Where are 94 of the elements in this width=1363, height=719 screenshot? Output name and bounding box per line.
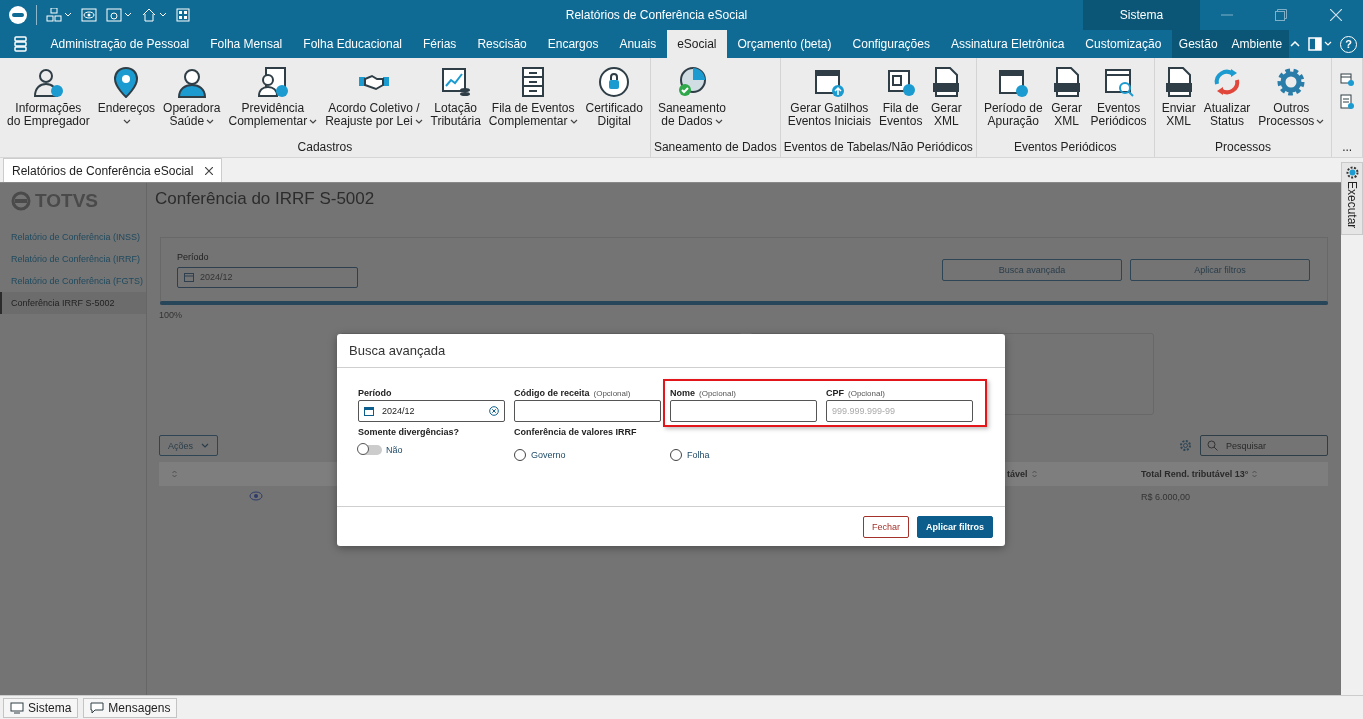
ribbon-group-title: Cadastros	[296, 139, 354, 156]
menu-tab[interactable]: Folha Mensal	[199, 30, 293, 58]
input-field[interactable]	[670, 400, 817, 422]
ribbon-button[interactable]: Acordo Coletivo / Reajuste por Lei	[321, 66, 427, 128]
hierarchy-icon[interactable]	[46, 8, 72, 22]
close-button[interactable]: Fechar	[862, 515, 909, 538]
column-header[interactable]: tável	[1007, 469, 1028, 479]
restore-icon[interactable]	[1275, 9, 1288, 21]
doctor-icon	[175, 66, 208, 98]
ribbon-button[interactable]: Informações do Empregador	[3, 66, 94, 128]
menu-tab[interactable]: Anuais	[608, 30, 667, 58]
calendar-icon	[184, 272, 194, 282]
ribbon-button[interactable]: Saneamento de Dados	[653, 66, 730, 128]
ribbon-group-title: Saneamento de Dados	[653, 139, 777, 156]
chart-coins-icon	[439, 66, 472, 98]
ribbon-button[interactable]: Fila de Eventos Complementar	[484, 66, 582, 128]
field-hint: (Opcional)	[848, 389, 885, 398]
menu-tab[interactable]: Férias	[412, 30, 467, 58]
field-label: Código de receita	[514, 388, 590, 398]
collapse-ribbon-icon[interactable]	[1290, 41, 1300, 47]
apply-button[interactable]: Aplicar filtros	[917, 515, 993, 538]
document-tab[interactable]: Relatórios de Conferência eSocial	[3, 158, 223, 182]
clear-icon[interactable]	[489, 406, 499, 416]
menu-tab[interactable]: Customização	[1074, 30, 1172, 58]
menu-tab[interactable]: Configurações	[842, 30, 941, 58]
field-label: Período	[177, 251, 210, 262]
grid-icon[interactable]	[176, 8, 190, 22]
ribbon-button[interactable]: Previdência Complementar	[224, 66, 322, 128]
ribbon-button[interactable]: Gerar XML	[1046, 66, 1087, 128]
ribbon-button[interactable]: Período de Apuração	[979, 66, 1047, 128]
field-label: Somente divergências?	[358, 427, 461, 439]
side-panel-tab[interactable]: Executar	[1341, 162, 1363, 236]
ribbon-button[interactable]: Gerar Gatilhos Eventos Iniciais	[783, 66, 875, 128]
radio-label: Governo	[531, 450, 566, 460]
window-title: Relatórios de Conferência eSocial	[564, 8, 749, 22]
menu-tab[interactable]: Encargos	[537, 30, 609, 58]
caret-icon	[201, 443, 209, 448]
ribbon-button[interactable]: Eventos Periódicos	[1086, 66, 1151, 128]
home-icon[interactable]	[141, 8, 167, 22]
close-icon[interactable]	[205, 166, 214, 175]
field-hint: (Opcional)	[593, 389, 631, 398]
chat-icon	[90, 701, 105, 714]
ribbon-button[interactable]: Certificado Digital	[581, 66, 647, 128]
ribbon-group-title: Eventos Periódicos	[1012, 139, 1118, 156]
field-label: CPF	[826, 388, 844, 398]
menu-tab[interactable]: Assinatura Eletrônica	[940, 30, 1075, 58]
person-card-icon	[32, 66, 65, 98]
eye-icon[interactable]	[81, 8, 97, 22]
menu-tab[interactable]: Rescisão	[466, 30, 538, 58]
date-field[interactable]: 2024/12	[358, 400, 505, 422]
window-search-icon	[1102, 66, 1135, 98]
ribbon-group-title: Processos	[1213, 139, 1272, 156]
status-bar-button[interactable]: Mensagens	[83, 697, 178, 718]
ribbon-button[interactable]: Operadora Saúde	[159, 66, 225, 128]
logo-icon	[11, 191, 31, 211]
status-bar-button[interactable]: Sistema	[3, 697, 79, 718]
ribbon-button[interactable]: Endereços	[93, 66, 160, 128]
field-hint: (Opcional)	[699, 389, 736, 398]
ribbon-group-title: ...	[1342, 139, 1353, 156]
field-label: Período	[358, 388, 392, 398]
ribbon-button[interactable]: Enviar XML	[1157, 66, 1200, 128]
field-label: Conferência de valores IRRF	[514, 427, 638, 439]
ribbon-button[interactable]: Gerar XML	[926, 66, 967, 128]
ribbon-button[interactable]: Outros Processos	[1254, 66, 1329, 128]
column-header[interactable]: Total Rend. tributável 13°	[1141, 469, 1249, 479]
search-icon	[1207, 440, 1218, 451]
ribbon-group-title: Eventos de Tabelas/Não Periódicos	[783, 139, 973, 156]
menu-tab[interactable]: eSocial	[666, 30, 727, 58]
ribbon-button[interactable]: Atualizar Status	[1199, 66, 1255, 128]
menu-tab[interactable]: Administração de Pessoal	[40, 30, 200, 58]
refresh-window-icon[interactable]	[106, 8, 132, 22]
page-title: Conferência do IRRF S-5002	[155, 189, 376, 209]
input-field[interactable]	[514, 400, 661, 422]
menu-tab[interactable]: Gestão	[1171, 30, 1225, 58]
radio-label: Folha	[687, 450, 710, 460]
field-label: Nome	[670, 388, 695, 398]
menu-icon[interactable]	[13, 36, 27, 52]
ribbon-button[interactable]: Fila de Eventos	[875, 66, 927, 128]
menu-tab[interactable]: Folha Educacional	[292, 30, 413, 58]
menu-tab[interactable]: Ambiente	[1224, 30, 1290, 58]
context-group-label: Sistema	[1083, 0, 1200, 30]
menu-tab[interactable]: Orçamento (beta)	[727, 30, 843, 58]
person-document-icon	[256, 66, 289, 98]
dialog-title: Busca avançada	[337, 334, 1005, 368]
gear-icon	[1345, 166, 1359, 179]
progress-reading: 100%	[159, 310, 184, 320]
ribbon-button[interactable]: Lotação Tributária	[426, 66, 485, 128]
toggle-label: Não	[386, 445, 403, 455]
layout-icon[interactable]	[1308, 37, 1332, 51]
padlock-icon	[598, 66, 631, 98]
toggle-switch[interactable]	[358, 445, 382, 455]
monitor-icon	[10, 701, 24, 714]
app-logo-icon[interactable]	[9, 6, 27, 24]
calendar-icon	[364, 406, 374, 416]
